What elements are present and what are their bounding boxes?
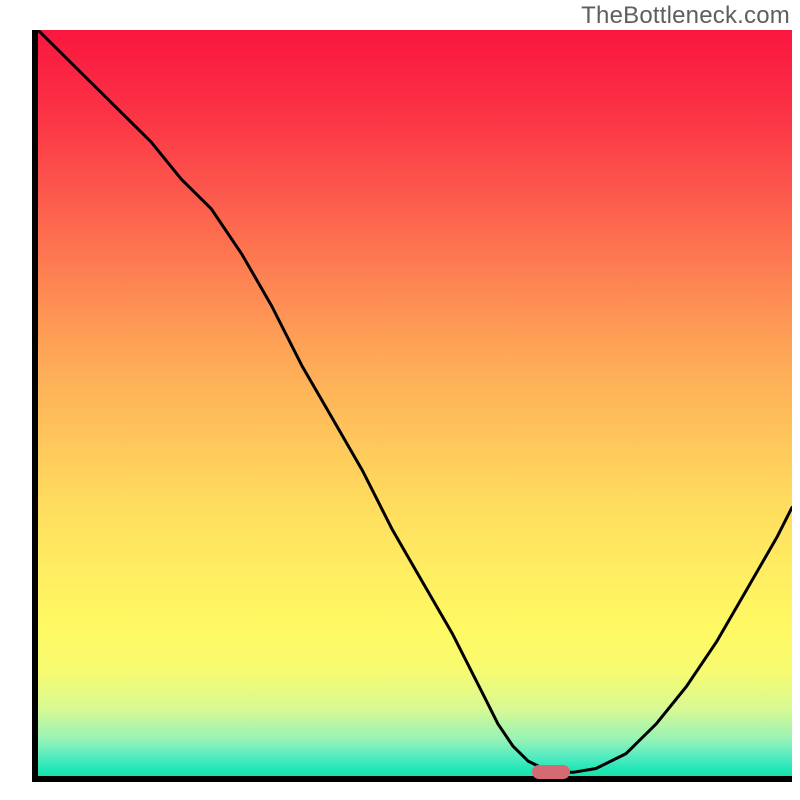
optimum-marker	[532, 765, 570, 779]
chart-stage: TheBottleneck.com	[0, 0, 800, 800]
attribution-text: TheBottleneck.com	[581, 2, 790, 30]
bottleneck-curve	[38, 30, 792, 776]
plot-area	[32, 30, 792, 782]
